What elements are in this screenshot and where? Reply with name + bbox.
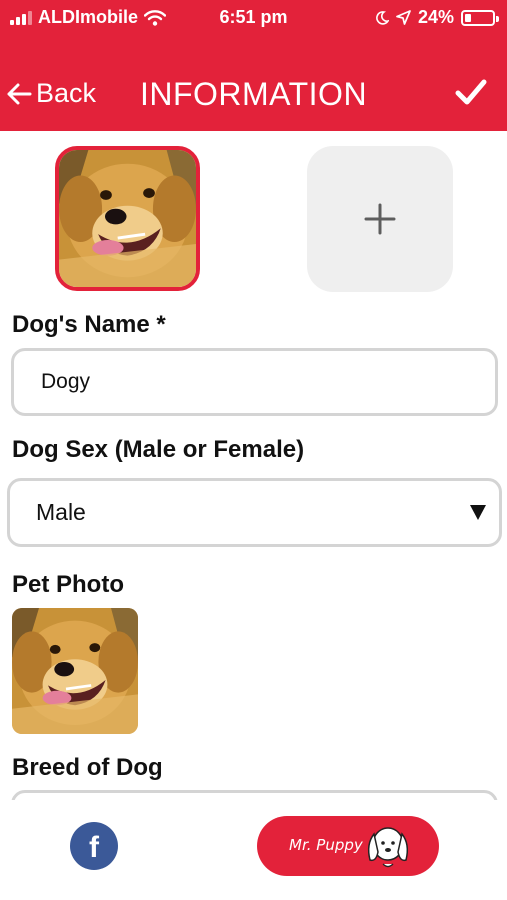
header-bar: ALDImobile 6:51 pm 24% Back INFORMATION [0, 0, 507, 131]
battery-percent: 24% [417, 7, 454, 27]
dog-sex-label: Dog Sex (Male or Female) [12, 436, 305, 463]
save-button[interactable] [455, 78, 487, 111]
mr-puppy-button[interactable]: Mr. Puppy [257, 816, 439, 876]
checkmark-icon [455, 79, 487, 105]
mr-puppy-label: Mr. Puppy [289, 836, 363, 854]
status-bar: ALDImobile 6:51 pm 24% [0, 0, 507, 36]
moon-icon [376, 10, 389, 25]
dog-name-value: Dogy [41, 370, 91, 393]
pet-photo-image [12, 608, 138, 734]
dog-name-label: Dog's Name * [12, 311, 166, 338]
pet-photo[interactable] [12, 608, 138, 734]
breed-label: Breed of Dog [12, 754, 163, 781]
dog-photo-main[interactable] [55, 146, 200, 291]
dog-sex-select[interactable]: Male [7, 478, 502, 547]
puppy-icon [367, 827, 409, 868]
facebook-button[interactable]: f [70, 822, 118, 870]
facebook-icon: f [89, 831, 99, 864]
dog-sex-value: Male [36, 499, 86, 525]
battery-fill [465, 13, 472, 22]
pet-photo-label: Pet Photo [12, 571, 124, 598]
page-title: INFORMATION [139, 76, 368, 112]
dropdown-arrow-icon [470, 505, 486, 520]
dog-photo-image [59, 150, 196, 287]
plus-icon [364, 203, 396, 235]
dog-name-input[interactable]: Dogy [11, 348, 498, 416]
add-photo-button[interactable] [307, 146, 453, 292]
status-right: 24% [375, 7, 499, 28]
battery-icon [461, 9, 499, 26]
location-icon [396, 10, 411, 25]
